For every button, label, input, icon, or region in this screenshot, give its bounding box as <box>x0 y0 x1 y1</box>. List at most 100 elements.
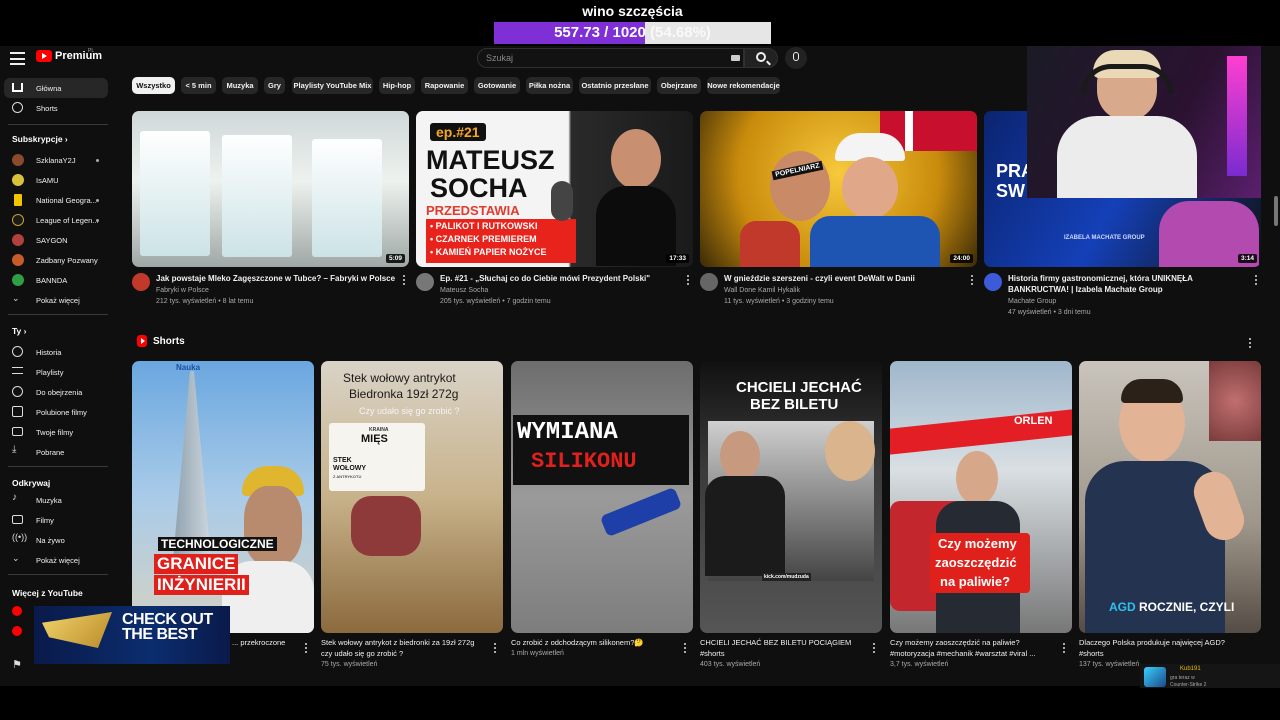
short-title[interactable]: ... przekroczone <box>232 637 302 648</box>
sidebar-item-downloads[interactable]: ⤓ Pobrane <box>4 442 108 462</box>
video-title[interactable]: Historia firmy gastronomicznej, która UN… <box>1008 273 1248 295</box>
more-options-icon[interactable] <box>969 274 975 286</box>
filter-chip[interactable]: Gry <box>264 77 285 94</box>
sidebar-item-playlists[interactable]: Playlisty <box>4 362 108 382</box>
thumbnail-text: SW <box>996 181 1025 201</box>
sidebar-subscription[interactable]: National Geogra... <box>4 190 108 210</box>
short-card[interactable]: Stek wołowy antrykot Biedronka 19zł 272g… <box>321 361 503 668</box>
channel-avatar[interactable] <box>416 273 434 291</box>
video-title[interactable]: W gnieździe szerszeni - czyli event DeWa… <box>724 273 964 284</box>
more-options-icon[interactable] <box>492 642 498 654</box>
video-title[interactable]: Jak powstaje Mleko Zagęszczone w Tubce? … <box>156 273 396 284</box>
video-stats: 205 tys. wyświetleń • 7 godzin temu <box>440 298 551 305</box>
short-card[interactable]: ORLEN Czy możemy zaoszczędzić na paliwie… <box>890 361 1072 668</box>
thumbnail-text: SILIKONU <box>531 449 637 474</box>
video-channel[interactable]: Mateusz Socha <box>440 285 488 296</box>
sidebar-item-your-videos[interactable]: Twoje filmy <box>4 422 108 442</box>
you-header[interactable]: Ty › <box>12 326 27 336</box>
video-card[interactable]: POPELNIARZ 24:00 W gnieździe szerszeni -… <box>700 111 977 305</box>
voice-search-button[interactable] <box>785 47 807 69</box>
filter-chip[interactable]: Nowe rekomendacje <box>707 77 780 94</box>
sidebar-subscription[interactable]: BANNDA <box>4 270 108 290</box>
short-title[interactable]: Stek wołowy antrykot z biedronki za 19zł… <box>321 637 487 659</box>
short-thumbnail[interactable]: Stek wołowy antrykot Biedronka 19zł 272g… <box>321 361 503 633</box>
subscriptions-header[interactable]: Subskrypcje › <box>12 134 68 144</box>
sidebar-subscription[interactable]: Zadbany Pozwany <box>4 250 108 270</box>
more-options-icon[interactable] <box>401 274 407 286</box>
short-thumbnail[interactable]: AGD ROCZNIE, CZYLI <box>1079 361 1261 633</box>
filter-chip[interactable]: Wszystko <box>132 77 175 94</box>
sidebar-item-watch-later[interactable]: Do obejrzenia <box>4 382 108 402</box>
sidebar-item-home[interactable]: Główna <box>4 78 108 98</box>
video-channel[interactable]: Fabryki w Polsce <box>156 285 209 296</box>
video-duration: 24:00 <box>950 254 973 263</box>
filter-chip[interactable]: Playlisty YouTube Mix <box>292 77 373 94</box>
episode-label: ep.#21 <box>430 123 486 141</box>
search-box[interactable] <box>477 48 744 68</box>
sidebar-item-music[interactable]: ♪ Muzyka <box>4 490 108 510</box>
sidebar-subscription[interactable]: IsAMU <box>4 170 108 190</box>
short-stats: 75 tys. wyświetleń <box>321 661 378 668</box>
filter-chip[interactable]: Hip-hop <box>379 77 415 94</box>
video-thumbnail[interactable]: 5:09 <box>132 111 409 267</box>
channel-avatar[interactable] <box>132 273 150 291</box>
filter-chip[interactable]: < 5 min <box>181 77 216 94</box>
more-options-icon[interactable] <box>685 274 691 286</box>
video-thumbnail[interactable]: ep.#21 MATEUSZ SOCHA PRZEDSTAWIA • PALIK… <box>416 111 693 267</box>
page-scrollbar[interactable] <box>1274 196 1278 226</box>
more-options-icon[interactable] <box>871 642 877 654</box>
sidebar-item-live[interactable]: ((•)) Na żywo <box>4 530 108 550</box>
filter-chip[interactable]: Gotowanie <box>474 77 520 94</box>
filter-chip[interactable]: Ostatnio przesłane <box>579 77 651 94</box>
more-options-icon[interactable] <box>1061 642 1067 654</box>
sidebar-subscription[interactable]: SAYGON <box>4 230 108 250</box>
shorts-more-options-icon[interactable] <box>1247 337 1253 349</box>
video-card[interactable]: 5:09 Jak powstaje Mleko Zagęszczone w Tu… <box>132 111 409 305</box>
short-thumbnail[interactable]: WYMIANA SILIKONU <box>511 361 693 633</box>
short-thumbnail[interactable]: Nauka TECHNOLOGICZNE GRANICE INŻYNIERII <box>132 361 314 633</box>
video-thumbnail[interactable]: POPELNIARZ 24:00 <box>700 111 977 267</box>
sidebar-item-movies[interactable]: Filmy <box>4 510 108 530</box>
channel-avatar[interactable] <box>984 273 1002 291</box>
sidebar-show-more[interactable]: ⌄ Pokaż więcej <box>4 290 108 310</box>
more-from-youtube-header: Więcej z YouTube <box>12 588 83 598</box>
channel-avatar[interactable] <box>700 273 718 291</box>
short-card[interactable]: CHCIELI JECHAĆ BEZ BILETU kick.com/mudzu… <box>700 361 882 668</box>
more-options-icon[interactable] <box>303 642 309 654</box>
video-title[interactable]: Ep. #21 - „Słuchaj co do Ciebie mówi Pre… <box>440 273 680 284</box>
short-title[interactable]: Czy możemy zaoszczędzić na paliwie? #mot… <box>890 637 1056 659</box>
short-title[interactable]: Dlaczego Polska produkuje najwięcej AGD?… <box>1079 637 1245 659</box>
short-thumbnail[interactable]: ORLEN Czy możemy zaoszczędzić na paliwie… <box>890 361 1072 633</box>
search-input[interactable] <box>486 51 716 65</box>
youtube-kids-icon[interactable] <box>12 626 22 636</box>
short-title[interactable]: Co zrobić z odchodzącym silikonem?🤔 <box>511 637 677 648</box>
video-channel[interactable]: Wall Done Kamil Hykalik <box>724 285 800 296</box>
search-button[interactable] <box>744 48 778 68</box>
sidebar-item-history[interactable]: Historia <box>4 342 108 362</box>
video-card[interactable]: ep.#21 MATEUSZ SOCHA PRZEDSTAWIA • PALIK… <box>416 111 693 305</box>
sidebar-item-liked[interactable]: Polubione filmy <box>4 402 108 422</box>
filter-chip[interactable]: Obejrzane <box>657 77 701 94</box>
filter-chip[interactable]: Muzyka <box>222 77 258 94</box>
short-card[interactable]: Nauka TECHNOLOGICZNE GRANICE INŻYNIERII … <box>132 361 314 653</box>
video-channel[interactable]: Machate Group <box>1008 296 1056 307</box>
menu-icon[interactable] <box>10 52 25 65</box>
youtube-music-icon[interactable] <box>12 606 22 616</box>
sidebar-item-shorts[interactable]: Shorts <box>4 98 108 118</box>
short-stats: 1 mln wyświetleń <box>511 650 564 657</box>
more-options-icon[interactable] <box>682 642 688 654</box>
more-options-icon[interactable] <box>1253 274 1259 286</box>
sidebar-subscription[interactable]: League of Legen... <box>4 210 108 230</box>
filter-chip[interactable]: Piłka nożna <box>526 77 573 94</box>
short-thumbnail[interactable]: CHCIELI JECHAĆ BEZ BILETU kick.com/mudzu… <box>700 361 882 633</box>
goal-progress-percent: (54.68%) <box>650 24 711 41</box>
person-body-image <box>596 186 676 266</box>
sidebar-subscription[interactable]: SzklanaY2J <box>4 150 108 170</box>
keyboard-icon[interactable] <box>731 55 740 61</box>
short-card[interactable]: AGD ROCZNIE, CZYLI Dlaczego Polska produ… <box>1079 361 1261 668</box>
sidebar-show-more[interactable]: ⌄ Pokaż więcej <box>4 550 108 570</box>
short-title[interactable]: CHCIELI JECHAĆ BEZ BILETU POCIĄGIEM #sho… <box>700 637 866 659</box>
filter-chip[interactable]: Rapowanie <box>421 77 468 94</box>
report-flag-icon[interactable]: ⚑ <box>12 658 22 671</box>
short-card[interactable]: WYMIANA SILIKONU Co zrobić z odchodzącym… <box>511 361 693 657</box>
